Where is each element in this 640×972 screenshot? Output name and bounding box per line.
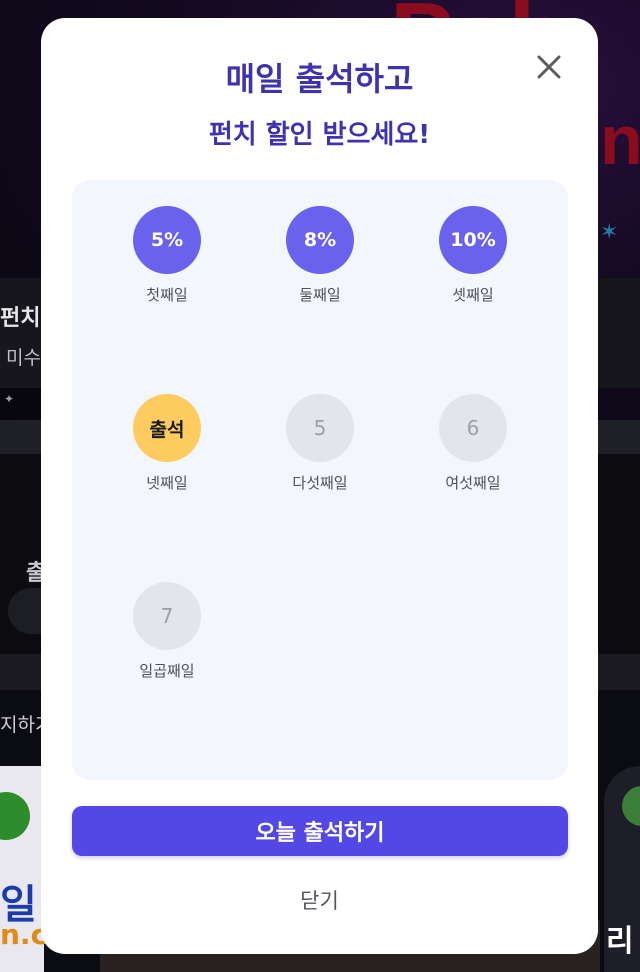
- day-1: 5% 첫째일: [91, 206, 243, 305]
- day-badge: 5%: [133, 206, 201, 274]
- day-badge-today: 출석: [133, 394, 201, 462]
- day-3: 10% 셋째일: [397, 206, 549, 305]
- attendance-calendar: 5% 첫째일 8% 둘째일 10% 셋째일 출석 넷째일 5 다섯째일 6 여섯…: [72, 180, 568, 780]
- day-badge: 6: [439, 394, 507, 462]
- modal-subtitle: 펀치 할인 받으세요!: [208, 120, 431, 150]
- day-label: 둘째일: [299, 286, 341, 304]
- background-banner-text-2: n: [600, 101, 640, 179]
- day-4: 출석 넷째일: [91, 394, 243, 493]
- day-5: 5 다섯째일: [244, 394, 396, 493]
- day-badge: 10%: [439, 206, 507, 274]
- background-strip-label: 펀치: [0, 306, 41, 331]
- day-label: 셋째일: [452, 286, 494, 304]
- day-label: 첫째일: [146, 286, 188, 304]
- background-strip-sublabel: 미수: [6, 347, 41, 369]
- day-label: 여섯째일: [445, 474, 501, 492]
- day-label: 다섯째일: [292, 474, 348, 492]
- day-badge: 8%: [286, 206, 354, 274]
- check-in-button[interactable]: 오늘 출석하기: [72, 806, 568, 856]
- background-badge: [0, 792, 30, 840]
- day-6: 6 여섯째일: [397, 394, 549, 493]
- day-badge: 5: [286, 394, 354, 462]
- dismiss-button[interactable]: 닫기: [41, 884, 598, 916]
- day-badge: 7: [133, 582, 201, 650]
- day-7: 7 일곱째일: [91, 582, 243, 681]
- background-badge: [622, 786, 640, 826]
- day-2: 8% 둘째일: [244, 206, 396, 305]
- background-card-right: 리: [604, 766, 640, 972]
- day-label: 넷째일: [146, 474, 188, 492]
- modal-title: 매일 출석하고: [225, 60, 414, 98]
- sparkle-icon: ✶: [600, 220, 619, 245]
- sparkle-icon: ✦: [4, 392, 15, 406]
- day-label: 일곱째일: [139, 662, 195, 680]
- background-card-left: 일 n.c: [0, 766, 47, 972]
- background-card-text: 리: [606, 924, 634, 959]
- attendance-modal: 매일 출석하고 펀치 할인 받으세요! 5% 첫째일 8% 둘째일 10% 셋째…: [41, 18, 598, 954]
